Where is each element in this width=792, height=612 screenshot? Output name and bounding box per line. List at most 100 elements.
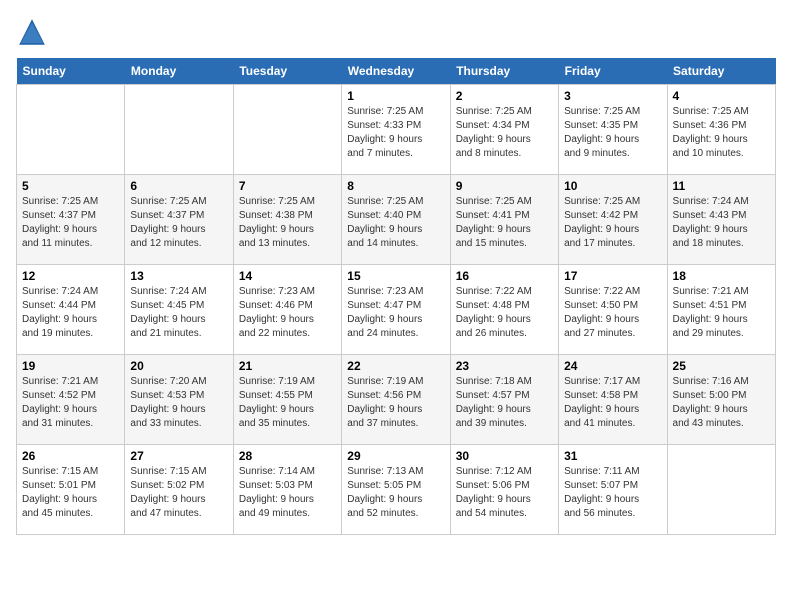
day-info: Sunrise: 7:25 AM Sunset: 4:38 PM Dayligh…	[239, 195, 336, 251]
day-number: 16	[456, 269, 553, 283]
day-info: Sunrise: 7:13 AM Sunset: 5:05 PM Dayligh…	[347, 465, 444, 521]
day-number: 30	[456, 449, 553, 463]
day-info: Sunrise: 7:11 AM Sunset: 5:07 PM Dayligh…	[564, 465, 661, 521]
calendar-cell	[667, 445, 775, 535]
calendar-cell: 20 Sunrise: 7:20 AM Sunset: 4:53 PM Dayli…	[125, 355, 233, 445]
day-number: 20	[130, 359, 227, 373]
calendar-cell	[17, 85, 125, 175]
day-number: 23	[456, 359, 553, 373]
calendar-cell	[125, 85, 233, 175]
day-info: Sunrise: 7:21 AM Sunset: 4:51 PM Dayligh…	[673, 285, 770, 341]
day-info: Sunrise: 7:24 AM Sunset: 4:45 PM Dayligh…	[130, 285, 227, 341]
day-info: Sunrise: 7:19 AM Sunset: 4:55 PM Dayligh…	[239, 375, 336, 431]
day-number: 26	[22, 449, 119, 463]
calendar-cell: 18 Sunrise: 7:21 AM Sunset: 4:51 PM Dayli…	[667, 265, 775, 355]
calendar-cell: 7 Sunrise: 7:25 AM Sunset: 4:38 PM Daylig…	[233, 175, 341, 265]
header-day-saturday: Saturday	[667, 58, 775, 85]
day-info: Sunrise: 7:18 AM Sunset: 4:57 PM Dayligh…	[456, 375, 553, 431]
day-info: Sunrise: 7:14 AM Sunset: 5:03 PM Dayligh…	[239, 465, 336, 521]
week-row-4: 26 Sunrise: 7:15 AM Sunset: 5:01 PM Dayli…	[17, 445, 776, 535]
day-number: 8	[347, 179, 444, 193]
day-info: Sunrise: 7:21 AM Sunset: 4:52 PM Dayligh…	[22, 375, 119, 431]
day-number: 15	[347, 269, 444, 283]
calendar-header: SundayMondayTuesdayWednesdayThursdayFrid…	[17, 58, 776, 85]
week-row-2: 12 Sunrise: 7:24 AM Sunset: 4:44 PM Dayli…	[17, 265, 776, 355]
day-number: 10	[564, 179, 661, 193]
day-number: 4	[673, 89, 770, 103]
day-number: 21	[239, 359, 336, 373]
header-day-thursday: Thursday	[450, 58, 558, 85]
calendar-cell: 29 Sunrise: 7:13 AM Sunset: 5:05 PM Dayli…	[342, 445, 450, 535]
day-info: Sunrise: 7:22 AM Sunset: 4:48 PM Dayligh…	[456, 285, 553, 341]
calendar-cell: 28 Sunrise: 7:14 AM Sunset: 5:03 PM Dayli…	[233, 445, 341, 535]
day-number: 24	[564, 359, 661, 373]
calendar-cell: 14Sunrise: 7:23 AM Sunset: 4:46 PM Dayli…	[233, 265, 341, 355]
day-info: Sunrise: 7:23 AM Sunset: 4:47 PM Dayligh…	[347, 285, 444, 341]
day-info: Sunrise: 7:20 AM Sunset: 4:53 PM Dayligh…	[130, 375, 227, 431]
day-number: 9	[456, 179, 553, 193]
day-number: 2	[456, 89, 553, 103]
day-number: 17	[564, 269, 661, 283]
calendar-cell: 16 Sunrise: 7:22 AM Sunset: 4:48 PM Dayli…	[450, 265, 558, 355]
day-number: 6	[130, 179, 227, 193]
day-info: Sunrise: 7:15 AM Sunset: 5:01 PM Dayligh…	[22, 465, 119, 521]
calendar-cell: 22Sunrise: 7:19 AM Sunset: 4:56 PM Dayli…	[342, 355, 450, 445]
day-info: Sunrise: 7:25 AM Sunset: 4:34 PM Dayligh…	[456, 105, 553, 161]
day-number: 31	[564, 449, 661, 463]
calendar-cell: 5Sunrise: 7:25 AM Sunset: 4:37 PM Daylig…	[17, 175, 125, 265]
calendar-cell: 11Sunrise: 7:24 AM Sunset: 4:43 PM Dayli…	[667, 175, 775, 265]
day-info: Sunrise: 7:25 AM Sunset: 4:42 PM Dayligh…	[564, 195, 661, 251]
day-number: 25	[673, 359, 770, 373]
calendar-cell: 25 Sunrise: 7:16 AM Sunset: 5:00 PM Dayli…	[667, 355, 775, 445]
week-row-0: 1Sunrise: 7:25 AM Sunset: 4:33 PM Daylig…	[17, 85, 776, 175]
day-number: 12	[22, 269, 119, 283]
calendar-cell: 10 Sunrise: 7:25 AM Sunset: 4:42 PM Dayli…	[559, 175, 667, 265]
day-info: Sunrise: 7:25 AM Sunset: 4:37 PM Dayligh…	[130, 195, 227, 251]
day-number: 29	[347, 449, 444, 463]
calendar: SundayMondayTuesdayWednesdayThursdayFrid…	[16, 58, 776, 535]
header-day-friday: Friday	[559, 58, 667, 85]
day-info: Sunrise: 7:25 AM Sunset: 4:36 PM Dayligh…	[673, 105, 770, 161]
header-day-tuesday: Tuesday	[233, 58, 341, 85]
logo-icon	[16, 16, 48, 48]
day-number: 28	[239, 449, 336, 463]
calendar-cell: 6 Sunrise: 7:25 AM Sunset: 4:37 PM Daylig…	[125, 175, 233, 265]
calendar-cell: 15 Sunrise: 7:23 AM Sunset: 4:47 PM Dayli…	[342, 265, 450, 355]
page-header	[16, 16, 776, 48]
day-info: Sunrise: 7:16 AM Sunset: 5:00 PM Dayligh…	[673, 375, 770, 431]
calendar-cell: 31 Sunrise: 7:11 AM Sunset: 5:07 PM Dayli…	[559, 445, 667, 535]
calendar-cell: 9 Sunrise: 7:25 AM Sunset: 4:41 PM Daylig…	[450, 175, 558, 265]
calendar-cell: 17 Sunrise: 7:22 AM Sunset: 4:50 PM Dayli…	[559, 265, 667, 355]
header-day-monday: Monday	[125, 58, 233, 85]
day-number: 13	[130, 269, 227, 283]
day-number: 7	[239, 179, 336, 193]
day-info: Sunrise: 7:17 AM Sunset: 4:58 PM Dayligh…	[564, 375, 661, 431]
header-row: SundayMondayTuesdayWednesdayThursdayFrid…	[17, 58, 776, 85]
calendar-cell: 2 Sunrise: 7:25 AM Sunset: 4:34 PM Daylig…	[450, 85, 558, 175]
day-number: 3	[564, 89, 661, 103]
week-row-3: 19 Sunrise: 7:21 AM Sunset: 4:52 PM Dayli…	[17, 355, 776, 445]
day-info: Sunrise: 7:12 AM Sunset: 5:06 PM Dayligh…	[456, 465, 553, 521]
week-row-1: 5 Sunrise: 7:25 AM Sunset: 4:37 PM Daylig…	[17, 175, 776, 265]
day-info: Sunrise: 7:25 AM Sunset: 4:41 PM Dayligh…	[456, 195, 553, 251]
day-info: Sunrise: 7:25 AM Sunset: 4:35 PM Dayligh…	[564, 105, 661, 161]
day-number: 19	[22, 359, 119, 373]
calendar-cell: 19 Sunrise: 7:21 AM Sunset: 4:52 PM Dayli…	[17, 355, 125, 445]
day-info: Sunrise: 7:19 AM Sunset: 4:56 PM Dayligh…	[347, 375, 444, 431]
day-number: 1	[347, 89, 444, 103]
calendar-cell: 23 Sunrise: 7:18 AM Sunset: 4:57 PM Dayli…	[450, 355, 558, 445]
day-info: Sunrise: 7:24 AM Sunset: 4:44 PM Dayligh…	[22, 285, 119, 341]
day-number: 27	[130, 449, 227, 463]
calendar-cell: 3 Sunrise: 7:25 AM Sunset: 4:35 PM Daylig…	[559, 85, 667, 175]
day-number: 5	[22, 179, 119, 193]
calendar-cell: 1Sunrise: 7:25 AM Sunset: 4:33 PM Daylig…	[342, 85, 450, 175]
calendar-cell: 12 Sunrise: 7:24 AM Sunset: 4:44 PM Dayli…	[17, 265, 125, 355]
calendar-cell: 21 Sunrise: 7:19 AM Sunset: 4:55 PM Dayli…	[233, 355, 341, 445]
day-info: Sunrise: 7:23 AM Sunset: 4:46 PM Dayligh…	[239, 285, 336, 341]
calendar-cell	[233, 85, 341, 175]
day-number: 18	[673, 269, 770, 283]
day-info: Sunrise: 7:24 AM Sunset: 4:43 PM Dayligh…	[673, 195, 770, 251]
day-info: Sunrise: 7:25 AM Sunset: 4:40 PM Dayligh…	[347, 195, 444, 251]
logo	[16, 16, 52, 48]
day-info: Sunrise: 7:22 AM Sunset: 4:50 PM Dayligh…	[564, 285, 661, 341]
